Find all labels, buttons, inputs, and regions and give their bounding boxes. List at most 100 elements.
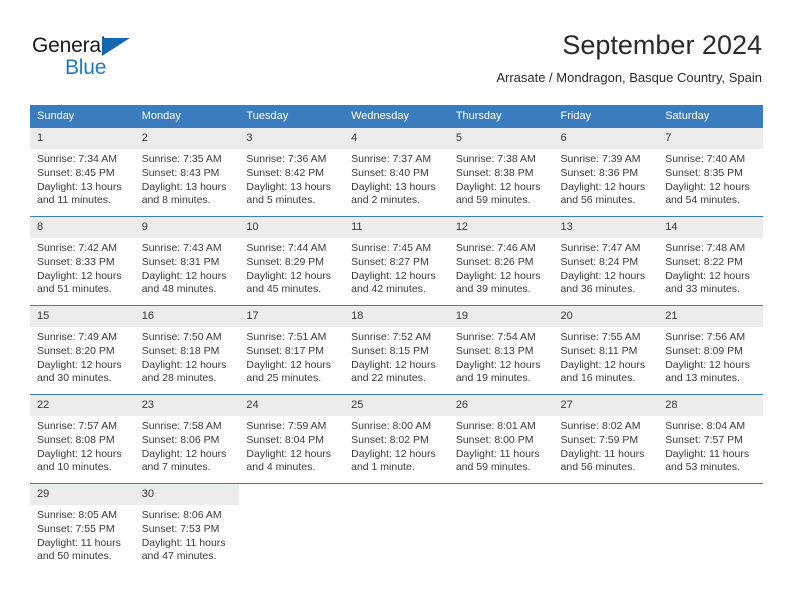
day-number: 10: [239, 217, 345, 238]
logo-word-general: General: [32, 34, 106, 57]
day-cell[interactable]: 15 Sunrise: 7:49 AM Sunset: 8:20 PM Dayligh…: [30, 305, 135, 395]
sunset-line: Sunset: 8:42 PM: [246, 166, 325, 179]
day-cell-inner: 9 Sunrise: 7:43 AM Sunset: 8:31 PM Daylight…: [134, 217, 240, 305]
day-cell-inner: 16 Sunrise: 7:50 AM Sunset: 8:18 PM Dayligh…: [134, 306, 240, 394]
weekday-header-thursday: Thursday: [448, 105, 554, 128]
sunset-line: Sunset: 8:22 PM: [665, 255, 743, 268]
daylight-line-1: Daylight: 12 hours: [351, 447, 436, 460]
day-cell[interactable]: 26 Sunrise: 8:01 AM Sunset: 8:00 PM Dayligh…: [448, 394, 554, 484]
day-cell-inner: 2 Sunrise: 7:35 AM Sunset: 8:43 PM Daylight…: [134, 128, 240, 216]
day-cell[interactable]: 3 Sunrise: 7:36 AM Sunset: 8:42 PM Daylight…: [239, 127, 345, 217]
day-cell-inner: 25 Sunrise: 8:00 AM Sunset: 8:02 PM Dayligh…: [344, 395, 449, 483]
day-cell[interactable]: 17 Sunrise: 7:51 AM Sunset: 8:17 PM Dayligh…: [239, 305, 345, 395]
day-cell[interactable]: 30 Sunrise: 8:06 AM Sunset: 7:53 PM Dayligh…: [134, 483, 240, 572]
day-cell[interactable]: 18 Sunrise: 7:52 AM Sunset: 8:15 PM Dayligh…: [344, 305, 449, 395]
day-cell[interactable]: 12 Sunrise: 7:46 AM Sunset: 8:26 PM Dayligh…: [448, 216, 554, 306]
day-details: Sunrise: 7:46 AM Sunset: 8:26 PM Daylight:…: [449, 238, 554, 297]
day-cell-inner: 20 Sunrise: 7:55 AM Sunset: 8:11 PM Dayligh…: [553, 306, 659, 394]
day-cell[interactable]: 4 Sunrise: 7:37 AM Sunset: 8:40 PM Daylight…: [344, 127, 449, 217]
day-cell[interactable]: 2 Sunrise: 7:35 AM Sunset: 8:43 PM Daylight…: [134, 127, 240, 217]
daylight-line-2: and 59 minutes.: [455, 194, 531, 207]
day-details: Sunrise: 7:51 AM Sunset: 8:17 PM Daylight:…: [239, 327, 344, 386]
daylight-line-1: Daylight: 12 hours: [246, 269, 332, 282]
day-cell[interactable]: 21 Sunrise: 7:56 AM Sunset: 8:09 PM Dayligh…: [658, 305, 763, 395]
day-cell[interactable]: 19 Sunrise: 7:54 AM Sunset: 8:13 PM Dayligh…: [448, 305, 554, 395]
daylight-line-1: Daylight: 12 hours: [141, 447, 227, 460]
day-details: Sunrise: 8:05 AM Sunset: 7:55 PM Daylight:…: [30, 505, 135, 564]
day-cell[interactable]: 13 Sunrise: 7:47 AM Sunset: 8:24 PM Dayligh…: [553, 216, 659, 306]
daylight-line-2: and 36 minutes.: [560, 283, 636, 296]
day-number: 20: [553, 306, 659, 327]
sunset-line: Sunset: 7:57 PM: [665, 433, 743, 446]
daylight-line-2: and 54 minutes.: [665, 194, 740, 207]
day-cell[interactable]: 6 Sunrise: 7:39 AM Sunset: 8:36 PM Daylight…: [553, 127, 659, 217]
day-cell-inner: 26 Sunrise: 8:01 AM Sunset: 8:00 PM Dayligh…: [448, 395, 554, 483]
sunrise-line: Sunrise: 7:48 AM: [665, 242, 746, 254]
sunrise-line: Sunrise: 7:38 AM: [455, 153, 536, 165]
daylight-line-2: and 22 minutes.: [351, 372, 426, 385]
daylight-line-1: Daylight: 12 hours: [141, 358, 227, 371]
sunset-line: Sunset: 8:45 PM: [37, 166, 115, 179]
day-cell[interactable]: 20 Sunrise: 7:55 AM Sunset: 8:11 PM Dayligh…: [553, 305, 659, 395]
day-cell[interactable]: 29 Sunrise: 8:05 AM Sunset: 7:55 PM Dayligh…: [30, 483, 135, 572]
weekday-header-saturday: Saturday: [658, 105, 763, 128]
day-number: 4: [344, 128, 449, 149]
daylight-line-2: and 13 minutes.: [665, 372, 740, 385]
sunrise-line: Sunrise: 7:56 AM: [665, 331, 746, 343]
daylight-line-1: Daylight: 13 hours: [37, 180, 122, 193]
day-cell-inner: 5 Sunrise: 7:38 AM Sunset: 8:38 PM Daylight…: [448, 128, 554, 216]
day-cell[interactable]: 11 Sunrise: 7:45 AM Sunset: 8:27 PM Dayligh…: [344, 216, 449, 306]
day-cell[interactable]: 10 Sunrise: 7:44 AM Sunset: 8:29 PM Dayligh…: [239, 216, 345, 306]
day-details: Sunrise: 7:59 AM Sunset: 8:04 PM Daylight:…: [239, 416, 344, 475]
generalblue-logo[interactable]: General Blue: [32, 34, 172, 88]
day-details: [449, 505, 554, 509]
day-cell-inner: [658, 484, 763, 572]
daylight-line-2: and 8 minutes.: [141, 194, 211, 207]
day-cell[interactable]: 23 Sunrise: 7:58 AM Sunset: 8:06 PM Dayligh…: [134, 394, 240, 484]
day-cell[interactable]: 16 Sunrise: 7:50 AM Sunset: 8:18 PM Dayligh…: [134, 305, 240, 395]
day-details: Sunrise: 7:50 AM Sunset: 8:18 PM Daylight:…: [135, 327, 240, 386]
sunset-line: Sunset: 8:18 PM: [141, 344, 220, 357]
daylight-line-2: and 45 minutes.: [246, 283, 322, 296]
day-cell[interactable]: 7 Sunrise: 7:40 AM Sunset: 8:35 PM Daylight…: [658, 127, 763, 217]
logo-word-blue: Blue: [65, 56, 107, 79]
day-cell[interactable]: 24 Sunrise: 7:59 AM Sunset: 8:04 PM Dayligh…: [239, 394, 345, 484]
daylight-line-1: Daylight: 12 hours: [665, 269, 750, 282]
sunrise-line: Sunrise: 7:55 AM: [560, 331, 641, 343]
day-number: 26: [448, 395, 554, 416]
day-number: [658, 484, 763, 505]
day-cell-inner: 19 Sunrise: 7:54 AM Sunset: 8:13 PM Dayligh…: [448, 306, 554, 394]
day-cell-inner: 6 Sunrise: 7:39 AM Sunset: 8:36 PM Daylight…: [553, 128, 659, 216]
day-cell[interactable]: 27 Sunrise: 8:02 AM Sunset: 7:59 PM Dayligh…: [553, 394, 659, 484]
day-cell[interactable]: 25 Sunrise: 8:00 AM Sunset: 8:02 PM Dayligh…: [344, 394, 449, 484]
weekday-header-friday: Friday: [553, 105, 659, 128]
day-details: [239, 505, 344, 509]
day-details: Sunrise: 7:58 AM Sunset: 8:06 PM Daylight:…: [135, 416, 240, 475]
day-number: 27: [553, 395, 659, 416]
day-cell[interactable]: 14 Sunrise: 7:48 AM Sunset: 8:22 PM Dayligh…: [658, 216, 763, 306]
day-cell[interactable]: 1 Sunrise: 7:34 AM Sunset: 8:45 PM Daylight…: [30, 127, 135, 217]
day-number: 24: [239, 395, 345, 416]
day-cell[interactable]: 9 Sunrise: 7:43 AM Sunset: 8:31 PM Daylight…: [134, 216, 240, 306]
daylight-line-1: Daylight: 12 hours: [37, 358, 122, 371]
weekday-header-monday: Monday: [134, 105, 240, 128]
day-details: Sunrise: 7:47 AM Sunset: 8:24 PM Daylight:…: [554, 238, 659, 297]
day-cell[interactable]: 28 Sunrise: 8:04 AM Sunset: 7:57 PM Dayligh…: [658, 394, 763, 484]
daylight-line-2: and 51 minutes.: [37, 283, 112, 296]
daylight-line-1: Daylight: 12 hours: [455, 358, 541, 371]
daylight-line-2: and 1 minute.: [351, 461, 415, 474]
daylight-line-1: Daylight: 11 hours: [37, 536, 121, 549]
daylight-line-1: Daylight: 11 hours: [455, 447, 540, 460]
day-cell[interactable]: 8 Sunrise: 7:42 AM Sunset: 8:33 PM Daylight…: [30, 216, 135, 306]
day-number: 28: [658, 395, 763, 416]
daylight-line-2: and 39 minutes.: [455, 283, 531, 296]
daylight-line-2: and 56 minutes.: [560, 461, 636, 474]
day-details: Sunrise: 7:38 AM Sunset: 8:38 PM Daylight:…: [449, 149, 554, 208]
day-cell[interactable]: 22 Sunrise: 7:57 AM Sunset: 8:08 PM Dayligh…: [30, 394, 135, 484]
day-cell-inner: 29 Sunrise: 8:05 AM Sunset: 7:55 PM Dayligh…: [30, 484, 135, 572]
day-cell-inner: 30 Sunrise: 8:06 AM Sunset: 7:53 PM Dayligh…: [134, 484, 240, 572]
daylight-line-2: and 42 minutes.: [351, 283, 426, 296]
sunrise-line: Sunrise: 7:47 AM: [560, 242, 641, 254]
day-details: Sunrise: 7:36 AM Sunset: 8:42 PM Daylight:…: [239, 149, 344, 208]
day-cell[interactable]: 5 Sunrise: 7:38 AM Sunset: 8:38 PM Daylight…: [448, 127, 554, 217]
